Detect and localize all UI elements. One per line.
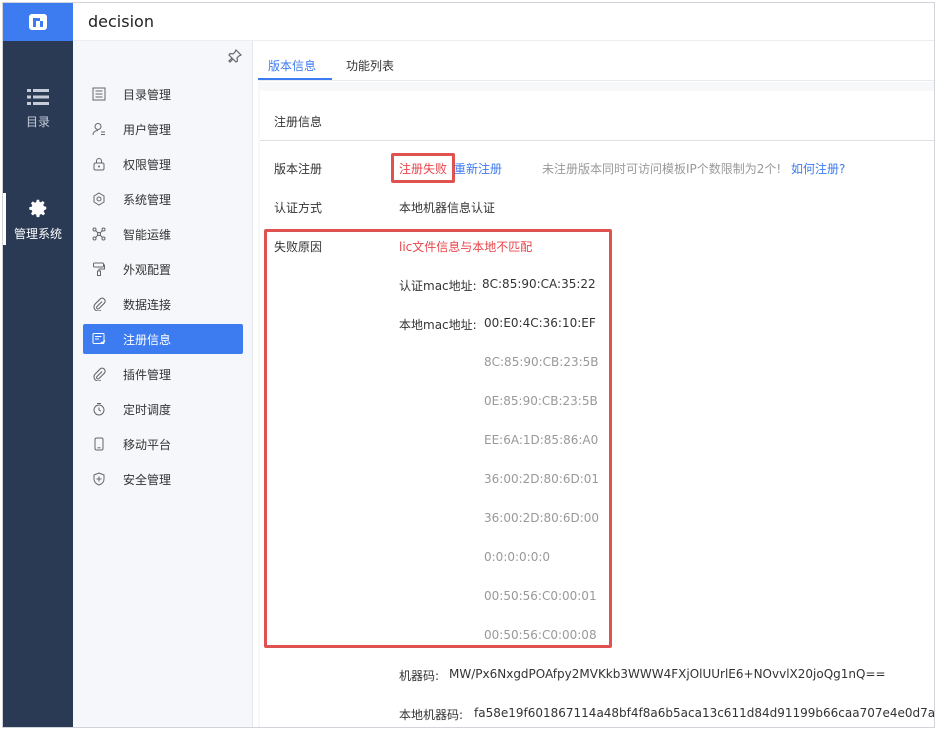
sidebar-item-mobile[interactable]: 移动平台 — [83, 429, 243, 459]
rail-item-label: 管理系统 — [13, 227, 62, 241]
pin-icon[interactable] — [228, 49, 242, 63]
rail-item-catalog[interactable]: 目录 — [3, 87, 73, 130]
sidebar-item-label: 系统管理 — [123, 192, 172, 207]
section-divider — [260, 140, 934, 141]
sidebar-item-ops[interactable]: 智能运维 — [83, 219, 243, 249]
logo-icon — [29, 14, 47, 30]
sidebar-item-label: 插件管理 — [123, 367, 172, 382]
user-icon — [91, 121, 107, 137]
left-rail: 目录 管理系统 — [3, 3, 73, 727]
sidebar-item-label: 注册信息 — [123, 332, 172, 347]
sidebar-item-system[interactable]: 系统管理 — [83, 184, 243, 214]
sidebar-item-label: 权限管理 — [123, 157, 172, 172]
sidebar-item-label: 数据连接 — [123, 297, 172, 312]
sidebar-item-permissions[interactable]: 权限管理 — [83, 149, 243, 179]
register-icon — [91, 331, 107, 347]
paperclip-icon — [91, 296, 107, 312]
register-notice: 未注册版本同时可访问模板IP个数限制为2个! — [542, 162, 782, 176]
top-header: decision — [73, 3, 934, 41]
sidebar-item-label: 外观配置 — [123, 262, 172, 277]
mobile-icon — [91, 436, 107, 452]
rail-item-management[interactable]: 管理系统 — [3, 197, 73, 242]
app-window: 目录 管理系统 decision 目录管理 用户管理 权限管理 系统管理 智能运… — [2, 2, 935, 728]
sidebar-item-label: 目录管理 — [123, 87, 172, 102]
machine-code-label: 机器码: — [399, 669, 440, 683]
sidebar-item-security[interactable]: 安全管理 — [83, 464, 243, 494]
tab-feature-list[interactable]: 功能列表 — [346, 57, 394, 74]
auth-method-label: 认证方式 — [274, 201, 323, 215]
lock-icon — [91, 156, 107, 172]
shield-icon — [91, 471, 107, 487]
sidebar-item-label: 智能运维 — [123, 227, 172, 242]
fail-info-highlight-box — [264, 229, 612, 648]
plugin-icon — [91, 366, 107, 382]
sidebar-item-plugins[interactable]: 插件管理 — [83, 359, 243, 389]
sidebar-item-label: 用户管理 — [123, 122, 172, 137]
settings-icon — [91, 191, 107, 207]
sidebar-item-users[interactable]: 用户管理 — [83, 114, 243, 144]
network-icon — [91, 226, 107, 242]
paint-roller-icon — [91, 261, 107, 277]
timer-icon — [91, 401, 107, 417]
sidebar-item-scheduling[interactable]: 定时调度 — [83, 394, 243, 424]
re-register-link[interactable]: 重新注册 — [454, 160, 502, 177]
app-title: decision — [88, 12, 154, 31]
sidebar-item-label: 安全管理 — [123, 472, 172, 487]
sidebar-menu: 目录管理 用户管理 权限管理 系统管理 智能运维 外观配置 数据连接 注册信息 … — [73, 41, 253, 727]
sidebar-item-appearance[interactable]: 外观配置 — [83, 254, 243, 284]
auth-method-value: 本地机器信息认证 — [399, 201, 496, 215]
local-machine-code-label: 本地机器码: — [399, 708, 464, 722]
local-machine-code-value: fa58e19f601867114a48bf4f8a6b5aca13c611d8… — [474, 706, 935, 720]
app-logo[interactable] — [3, 3, 73, 41]
catalog-icon — [91, 86, 107, 102]
sidebar-item-label: 移动平台 — [123, 437, 172, 452]
sidebar-item-data-connection[interactable]: 数据连接 — [83, 289, 243, 319]
sidebar-item-catalog[interactable]: 目录管理 — [83, 79, 243, 109]
tab-version-info[interactable]: 版本信息 — [268, 57, 316, 74]
machine-code-value: MW/Px6NxgdPOAfpy2MVKkb3WWW4FXjOlUUrlE6+N… — [449, 667, 886, 681]
sidebar-item-label: 定时调度 — [123, 402, 172, 417]
sidebar-item-registration[interactable]: 注册信息 — [83, 324, 243, 354]
list-icon — [27, 89, 49, 105]
status-highlight-box — [391, 153, 455, 183]
gear-icon — [29, 199, 47, 218]
how-to-register-link[interactable]: 如何注册? — [791, 160, 845, 177]
version-register-label: 版本注册 — [274, 162, 323, 176]
active-tab-indicator — [258, 78, 332, 80]
section-title: 注册信息 — [274, 115, 323, 129]
rail-item-label: 目录 — [25, 115, 50, 129]
tab-bar: 版本信息 功能列表 — [258, 41, 934, 81]
